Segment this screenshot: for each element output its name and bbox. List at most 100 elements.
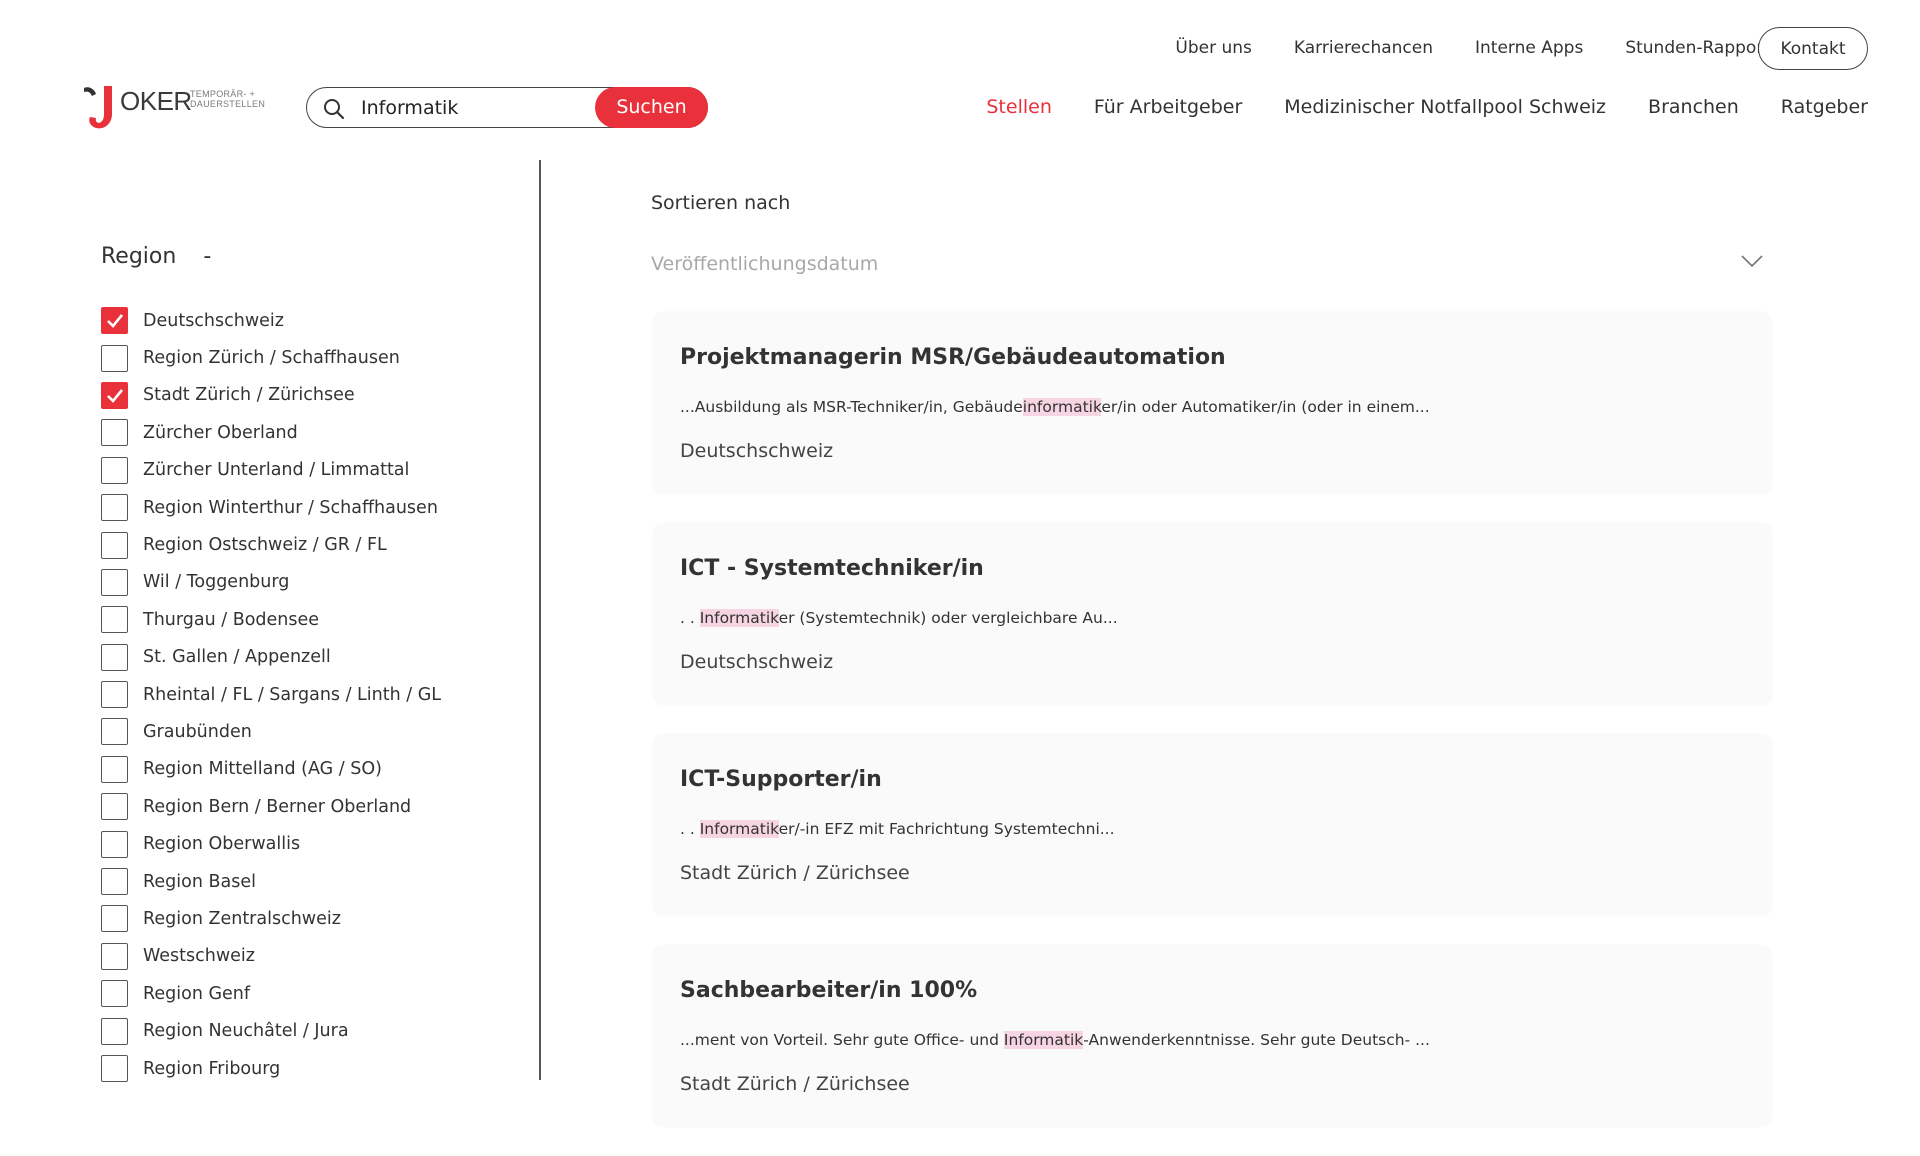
region-filter-item[interactable]: Thurgau / Bodensee bbox=[101, 601, 441, 638]
sidebar-divider bbox=[539, 160, 541, 1080]
region-checkbox[interactable] bbox=[101, 381, 128, 409]
region-filter-item[interactable]: Region Winterthur / Schaffhausen bbox=[101, 489, 441, 526]
job-location: Deutschschweiz bbox=[680, 651, 834, 673]
top-nav-careers[interactable]: Karrierechancen bbox=[1294, 38, 1433, 58]
region-filter-list: Deutschschweiz Region Zürich / Schaffhaus… bbox=[101, 302, 441, 1087]
region-checkbox-label: Region Genf bbox=[143, 983, 251, 1004]
region-checkbox-label: Region Winterthur / Schaffhausen bbox=[143, 497, 438, 518]
job-title[interactable]: ICT-Supporter/in bbox=[680, 767, 882, 792]
region-checkbox-label: Wil / Toggenburg bbox=[143, 572, 290, 593]
region-checkbox[interactable] bbox=[101, 1055, 128, 1082]
region-checkbox[interactable] bbox=[101, 568, 128, 596]
region-filter-item[interactable]: Region Neuchâtel / Jura bbox=[101, 1012, 441, 1049]
region-filter-item[interactable]: St. Gallen / Appenzell bbox=[101, 639, 441, 676]
region-checkbox[interactable] bbox=[101, 905, 128, 933]
job-results-list: Projektmanagerin MSR/Gebäudeautomation..… bbox=[653, 312, 1772, 1156]
sort-selected-value: Veröffentlichungsdatum bbox=[651, 253, 879, 275]
joker-logo[interactable]: OKER TEMPORÄR- + DAUERSTELLEN bbox=[82, 84, 267, 130]
region-checkbox-label: Region Bern / Berner Oberland bbox=[143, 796, 412, 817]
region-checkbox[interactable] bbox=[101, 755, 128, 783]
region-filter-item[interactable]: Region Fribourg bbox=[101, 1050, 441, 1087]
checkmark-icon bbox=[106, 314, 123, 329]
region-checkbox[interactable] bbox=[101, 942, 128, 970]
region-checkbox[interactable] bbox=[101, 307, 128, 335]
job-card[interactable]: Projektmanagerin MSR/Gebäudeautomation..… bbox=[653, 312, 1772, 494]
region-filter-item[interactable]: Zürcher Unterland / Limmattal bbox=[101, 452, 441, 489]
top-nav-time-report[interactable]: Stunden-Rapport bbox=[1625, 38, 1770, 58]
region-filter-item[interactable]: Graubünden bbox=[101, 713, 441, 750]
region-filter-item[interactable]: Region Oberwallis bbox=[101, 825, 441, 862]
region-checkbox-label: Stadt Zürich / Zürichsee bbox=[143, 385, 355, 406]
region-checkbox-label: Zürcher Oberland bbox=[143, 422, 298, 443]
job-snippet-text: ...Ausbildung als MSR-Techniker/in, Gebä… bbox=[680, 398, 1023, 416]
job-title[interactable]: ICT - Systemtechniker/in bbox=[680, 556, 984, 581]
job-location: Stadt Zürich / Zürichsee bbox=[680, 1073, 910, 1095]
job-snippet-text: ...ment von Vorteil. Sehr gute Office- u… bbox=[680, 1031, 1004, 1049]
job-card[interactable]: ICT - Systemtechniker/in . . Informatiker… bbox=[653, 523, 1772, 705]
region-filter-title: Region - bbox=[101, 244, 211, 269]
region-filter-item[interactable]: Zürcher Oberland bbox=[101, 414, 441, 451]
logo-wordmark: OKER bbox=[120, 86, 192, 116]
job-card[interactable]: ICT-Supporter/in . . Informatiker/-in EFZ… bbox=[653, 734, 1772, 916]
region-checkbox-label: Graubünden bbox=[143, 721, 252, 742]
job-title[interactable]: Projektmanagerin MSR/Gebäudeautomation bbox=[680, 345, 1226, 370]
job-snippet: ...Ausbildung als MSR-Techniker/in, Gebä… bbox=[680, 398, 1430, 416]
region-checkbox[interactable] bbox=[101, 980, 128, 1008]
job-snippet-highlight: informatik bbox=[1022, 398, 1102, 416]
region-checkbox[interactable] bbox=[101, 830, 128, 858]
region-filter-item[interactable]: Region Basel bbox=[101, 863, 441, 900]
region-checkbox-label: Region Oberwallis bbox=[143, 834, 301, 855]
region-filter-item[interactable]: Region Ostschweiz / GR / FL bbox=[101, 526, 441, 563]
job-snippet: . . Informatiker/-in EFZ mit Fachrichtun… bbox=[680, 820, 1115, 838]
job-location: Deutschschweiz bbox=[680, 440, 834, 462]
top-nav-about[interactable]: Über uns bbox=[1175, 38, 1252, 58]
region-checkbox[interactable] bbox=[101, 344, 128, 372]
region-checkbox[interactable] bbox=[101, 456, 128, 484]
region-filter-item[interactable]: Westschweiz bbox=[101, 938, 441, 975]
region-filter-item[interactable]: Region Mittelland (AG / SO) bbox=[101, 751, 441, 788]
region-checkbox-label: Region Mittelland (AG / SO) bbox=[143, 759, 382, 780]
job-title[interactable]: Sachbearbeiter/in 100% bbox=[680, 978, 977, 1003]
search-button[interactable]: Suchen bbox=[595, 86, 708, 128]
main-nav-employers[interactable]: Für Arbeitgeber bbox=[1094, 96, 1242, 118]
region-filter-item[interactable]: Rheintal / FL / Sargans / Linth / GL bbox=[101, 676, 441, 713]
job-snippet-text: er/-in EFZ mit Fachrichtung Systemtechni… bbox=[778, 820, 1115, 838]
region-checkbox[interactable] bbox=[101, 643, 128, 671]
contact-button[interactable]: Kontakt bbox=[1758, 27, 1868, 70]
region-checkbox[interactable] bbox=[101, 793, 128, 821]
region-filter-item[interactable]: Region Genf bbox=[101, 975, 441, 1012]
region-checkbox[interactable] bbox=[101, 419, 128, 447]
region-checkbox-label: Region Zürich / Schaffhausen bbox=[143, 348, 400, 369]
region-collapse-toggle[interactable]: - bbox=[203, 244, 211, 269]
chevron-down-icon bbox=[1741, 255, 1763, 268]
top-nav-internal-apps[interactable]: Interne Apps bbox=[1475, 38, 1583, 58]
region-checkbox[interactable] bbox=[101, 494, 128, 522]
region-checkbox[interactable] bbox=[101, 531, 128, 559]
region-filter-label: Region bbox=[101, 244, 177, 269]
main-nav-guide[interactable]: Ratgeber bbox=[1781, 96, 1868, 118]
region-filter-item[interactable]: Region Zentralschweiz bbox=[101, 900, 441, 937]
sort-select[interactable]: Veröffentlichungsdatum bbox=[651, 240, 1763, 286]
region-filter-item[interactable]: Wil / Toggenburg bbox=[101, 564, 441, 601]
region-filter-item[interactable]: Region Bern / Berner Oberland bbox=[101, 788, 441, 825]
region-filter-item[interactable]: Deutschschweiz bbox=[101, 302, 441, 339]
region-checkbox[interactable] bbox=[101, 606, 128, 634]
region-checkbox[interactable] bbox=[101, 681, 128, 709]
job-snippet-text: er/in oder Automatiker/in (oder in einem… bbox=[1101, 398, 1430, 416]
main-nav-industries[interactable]: Branchen bbox=[1648, 96, 1739, 118]
region-checkbox-label: Region Fribourg bbox=[143, 1058, 281, 1079]
main-nav-medical-pool[interactable]: Medizinischer Notfallpool Schweiz bbox=[1284, 96, 1606, 118]
main-nav-jobs[interactable]: Stellen bbox=[986, 96, 1052, 118]
job-snippet-highlight: Informatik bbox=[699, 609, 779, 627]
region-filter-item[interactable]: Region Zürich / Schaffhausen bbox=[101, 339, 441, 376]
job-snippet-highlight: Informatik bbox=[1003, 1031, 1084, 1049]
region-filter-item[interactable]: Stadt Zürich / Zürichsee bbox=[101, 377, 441, 414]
region-checkbox-label: Region Basel bbox=[143, 871, 256, 892]
region-checkbox[interactable] bbox=[101, 718, 128, 746]
region-checkbox[interactable] bbox=[101, 868, 128, 896]
region-checkbox-label: Deutschschweiz bbox=[143, 310, 284, 331]
job-snippet-text: . . bbox=[680, 820, 700, 838]
region-checkbox[interactable] bbox=[101, 1017, 128, 1045]
job-card[interactable]: Sachbearbeiter/in 100% ...ment von Vortei… bbox=[653, 945, 1772, 1127]
region-checkbox-label: Region Neuchâtel / Jura bbox=[143, 1021, 349, 1042]
